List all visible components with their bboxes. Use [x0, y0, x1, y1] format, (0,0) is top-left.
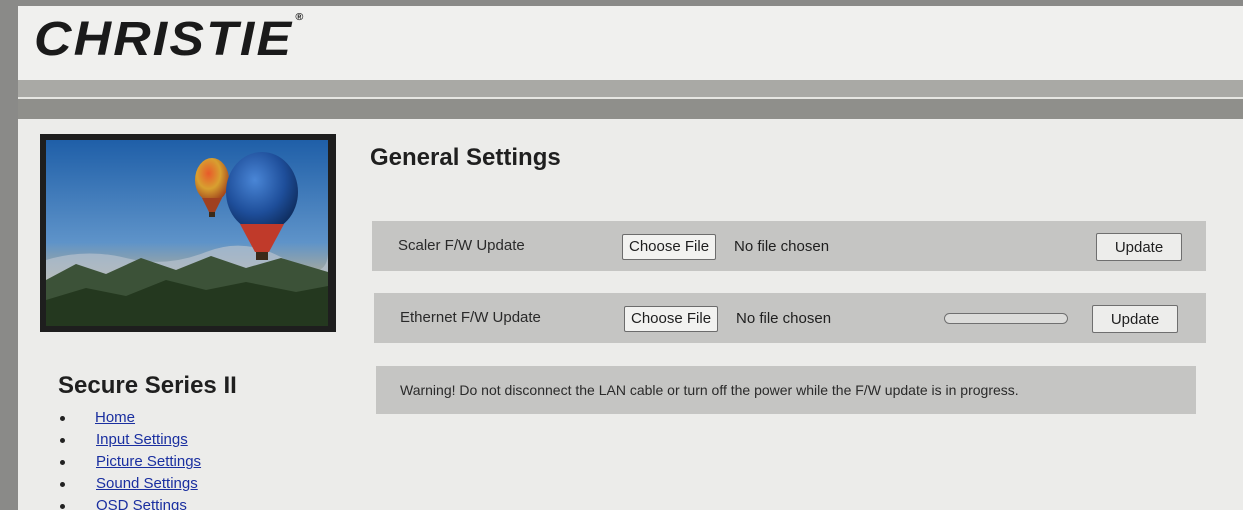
hero-image: [40, 134, 336, 332]
scaler-update-button[interactable]: Update: [1096, 233, 1182, 261]
header-band: [18, 80, 1243, 97]
nav-link-input-settings[interactable]: Input Settings: [96, 431, 188, 448]
scaler-file-status: No file chosen: [734, 238, 830, 255]
web-page: CHRISTIE ® Secure Series II Home Input S…: [18, 6, 1243, 510]
ethernet-update-row: Ethernet F/W Update Choose File No file …: [374, 293, 1206, 343]
nav-link-home[interactable]: Home: [95, 409, 135, 426]
product-title: Secure Series II: [58, 372, 237, 399]
header-band-lower: [18, 99, 1243, 119]
ethernet-update-label: Ethernet F/W Update: [400, 309, 541, 326]
nav-item-sound-settings: Sound Settings: [59, 475, 201, 497]
nav-item-osd-settings: OSD Settings: [59, 497, 201, 510]
scaler-choose-file-button[interactable]: Choose File: [622, 234, 717, 260]
scaler-update-row: Scaler F/W Update Choose File No file ch…: [372, 221, 1206, 271]
scaler-update-label: Scaler F/W Update: [398, 237, 525, 254]
balloon-landscape-image: [46, 140, 328, 326]
nav-item-home: Home: [59, 409, 201, 431]
nav-link-picture-settings[interactable]: Picture Settings: [96, 453, 201, 470]
ethernet-file-status: No file chosen: [736, 310, 832, 327]
ethernet-choose-file-button[interactable]: Choose File: [624, 306, 719, 332]
nav-link-osd-settings[interactable]: OSD Settings: [96, 497, 187, 510]
warning-row: Warning! Do not disconnect the LAN cable…: [376, 366, 1196, 414]
ethernet-update-button[interactable]: Update: [1092, 305, 1178, 333]
nav-item-picture-settings: Picture Settings: [59, 453, 201, 475]
page-title: General Settings: [370, 144, 561, 171]
nav-link-sound-settings[interactable]: Sound Settings: [96, 475, 198, 492]
warning-message: Warning! Do not disconnect the LAN cable…: [400, 382, 1019, 398]
header: CHRISTIE ®: [18, 6, 1243, 81]
christie-logo: CHRISTIE ®: [34, 12, 306, 66]
sidebar-nav: Home Input Settings Picture Settings Sou…: [59, 409, 201, 510]
ethernet-update-progress-bar: [944, 313, 1068, 324]
registered-mark: ®: [295, 12, 306, 23]
nav-item-input-settings: Input Settings: [59, 431, 201, 453]
